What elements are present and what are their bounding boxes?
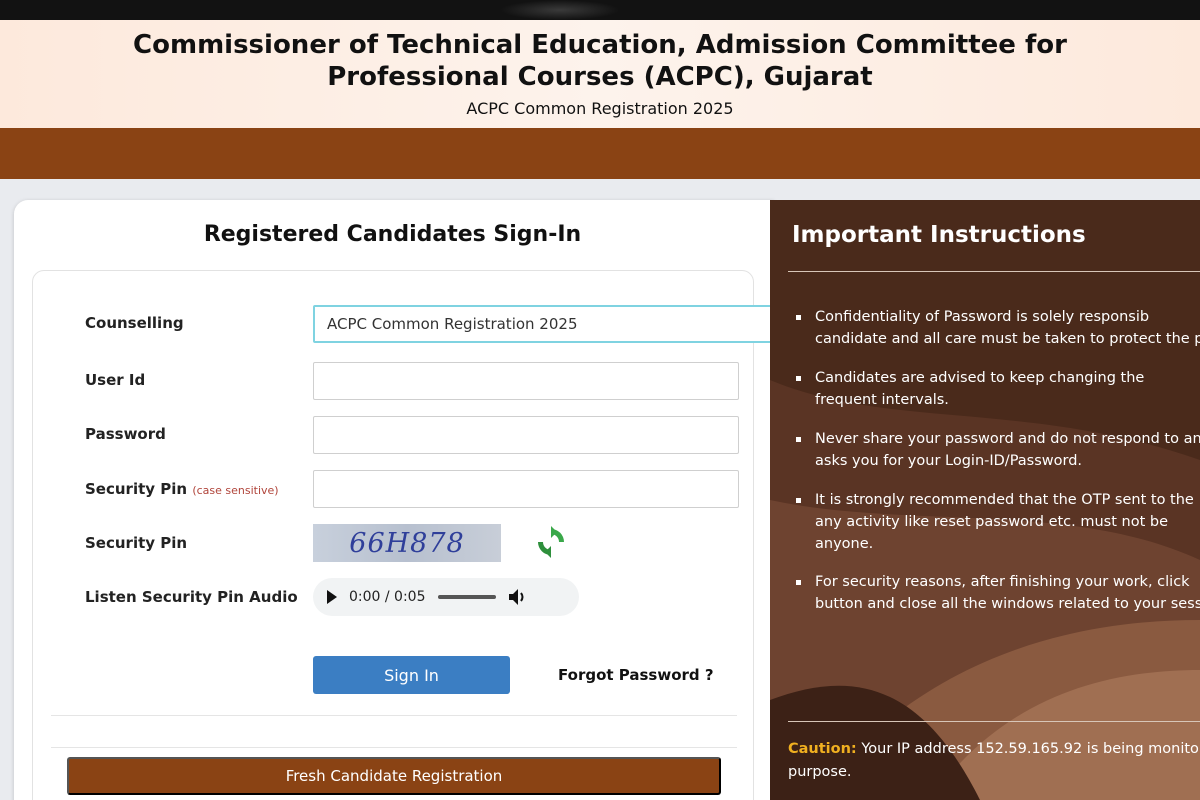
caution-text-line-2: purpose.	[788, 764, 852, 780]
instruction-text-line: It is strongly recommended that the OTP …	[815, 492, 1194, 508]
userid-label: User Id	[85, 371, 146, 389]
instruction-item: For security reasons, after finishing yo…	[794, 571, 1200, 615]
security-pin-input-label: Security Pin (case sensitive)	[85, 480, 279, 498]
banner-image-fragment	[500, 0, 620, 20]
case-sensitive-hint: (case sensitive)	[192, 484, 279, 497]
form-divider	[51, 747, 737, 748]
instructions-panel: Important Instructions Confidentiality o…	[770, 200, 1200, 800]
nav-bar	[0, 128, 1200, 179]
refresh-icon[interactable]	[533, 524, 569, 560]
instruction-item: Candidates are advised to keep changing …	[794, 367, 1200, 411]
signin-card: Registered Candidates Sign-In Counsellin…	[14, 200, 791, 800]
instruction-text-line: asks you for your Login-ID/Password.	[815, 453, 1083, 469]
instruction-text-line: Candidates are advised to keep changing …	[815, 370, 1145, 386]
forgot-password-link[interactable]: Forgot Password ?	[558, 666, 714, 684]
counselling-select[interactable]: ACPC Common Registration 2025	[313, 305, 791, 343]
bullet	[796, 580, 801, 585]
caution-label: Caution:	[788, 741, 857, 757]
play-icon[interactable]	[327, 590, 337, 604]
instruction-text-line: candidate and all care must be taken to …	[815, 331, 1200, 347]
instruction-item: Never share your password and do not res…	[794, 428, 1200, 472]
instruction-text-line: anyone.	[815, 536, 874, 552]
caution-notice: Caution: Your IP address 152.59.165.92 i…	[788, 738, 1200, 784]
instructions-title: Important Instructions	[792, 222, 1086, 248]
userid-input[interactable]	[313, 362, 739, 400]
page-subtitle: ACPC Common Registration 2025	[466, 99, 734, 118]
bullet	[796, 437, 801, 442]
signin-form: Counselling ACPC Common Registration 202…	[32, 270, 791, 800]
security-pin-input-label-text: Security Pin	[85, 480, 188, 498]
audio-player: 0:00 / 0:05	[313, 578, 579, 616]
instruction-text-line: button and close all the windows related…	[815, 596, 1200, 612]
audio-time: 0:00 / 0:05	[349, 589, 426, 605]
instructions-divider	[788, 721, 1200, 722]
audio-progress-slider[interactable]	[437, 595, 496, 599]
bullet	[796, 498, 801, 503]
password-label: Password	[85, 425, 166, 443]
page-title-line-1: Commissioner of Technical Education, Adm…	[133, 30, 1067, 60]
top-banner-strip	[0, 0, 1200, 20]
captcha-text: 66H878	[349, 527, 465, 559]
signin-button[interactable]: Sign In	[313, 656, 510, 694]
form-divider	[51, 715, 737, 716]
instruction-text-line: Never share your password and do not res…	[815, 431, 1200, 447]
fresh-registration-button[interactable]: Fresh Candidate Registration	[67, 757, 721, 795]
counselling-label: Counselling	[85, 314, 184, 332]
page-title-line-2: Professional Courses (ACPC), Gujarat	[327, 62, 873, 92]
instruction-text-line: Confidentiality of Password is solely re…	[815, 309, 1150, 325]
instruction-text-line: frequent intervals.	[815, 392, 949, 408]
audio-label: Listen Security Pin Audio	[85, 588, 298, 606]
security-pin-label: Security Pin	[85, 534, 188, 552]
page-header: Commissioner of Technical Education, Adm…	[0, 20, 1200, 128]
caution-text: Your IP address 152.59.165.92 is being m…	[861, 741, 1200, 757]
instruction-item: Confidentiality of Password is solely re…	[794, 306, 1200, 350]
password-input[interactable]	[313, 416, 739, 454]
volume-icon[interactable]	[508, 588, 528, 606]
instruction-item: It is strongly recommended that the OTP …	[794, 489, 1200, 555]
instructions-divider	[788, 271, 1200, 272]
signin-title: Registered Candidates Sign-In	[203, 222, 582, 247]
instruction-text-line: any activity like reset password etc. mu…	[815, 514, 1169, 530]
bullet	[796, 315, 801, 320]
instruction-text-line: For security reasons, after finishing yo…	[815, 574, 1190, 590]
bullet	[796, 376, 801, 381]
page-title: Commissioner of Technical Education, Adm…	[0, 20, 1200, 93]
counselling-selected-value: ACPC Common Registration 2025	[327, 315, 578, 333]
security-pin-input[interactable]	[313, 470, 739, 508]
captcha-image: 66H878	[313, 524, 501, 562]
